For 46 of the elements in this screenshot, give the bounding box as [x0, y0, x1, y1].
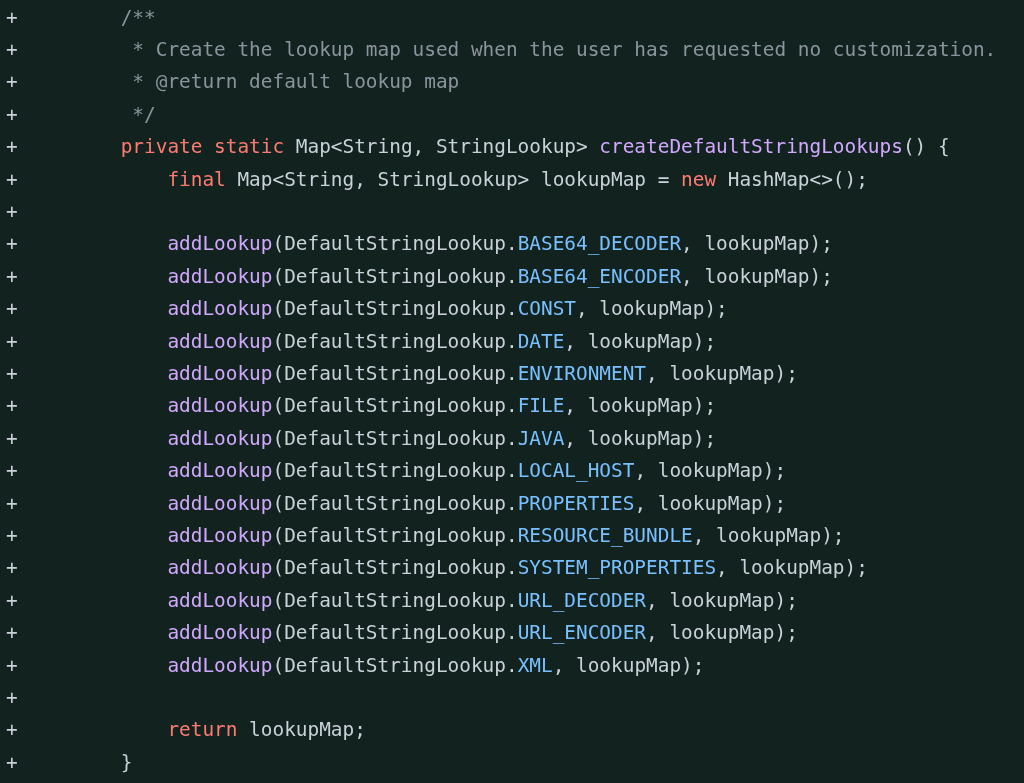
diff-marker: +: [5, 232, 18, 256]
diff-marker: +: [5, 491, 18, 515]
code-line: addLookup(DefaultStringLookup.BASE64_DECODER, lookupMap);: [166, 232, 833, 256]
diff-marker: +: [5, 297, 18, 321]
diff-marker: +: [5, 718, 18, 742]
code-line: addLookup(DefaultStringLookup.FILE, lookupMap);: [166, 394, 717, 418]
diff-marker: +: [5, 5, 18, 29]
diff-marker: +: [5, 685, 18, 709]
diff-marker: +: [5, 200, 18, 224]
diff-marker: +: [5, 426, 18, 450]
code-line: addLookup(DefaultStringLookup.URL_ENCODER, lookupMap);: [166, 621, 798, 645]
code-line: addLookup(DefaultStringLookup.DATE, lookupMap);: [166, 329, 717, 353]
diff-marker: +: [5, 653, 18, 677]
code-line: addLookup(DefaultStringLookup.CONST, lookupMap);: [166, 297, 728, 321]
code-line: addLookup(DefaultStringLookup.URL_DECODER, lookupMap);: [166, 588, 798, 612]
code-line: addLookup(DefaultStringLookup.BASE64_ENCODER, lookupMap);: [166, 264, 833, 288]
diff-marker: +: [5, 556, 18, 580]
code-line: addLookup(DefaultStringLookup.RESOURCE_BUNDLE, lookupMap);: [166, 523, 845, 547]
code-line: return lookupMap;: [166, 718, 366, 742]
diff-marker: +: [5, 588, 18, 612]
code-line: */: [131, 102, 156, 126]
diff-marker: +: [5, 362, 18, 385]
code-line: addLookup(DefaultStringLookup.XML, lookupMap);: [166, 653, 705, 677]
code-line: addLookup(DefaultStringLookup.LOCAL_HOST, lookupMap);: [166, 459, 787, 483]
diff-marker: +: [5, 264, 18, 288]
diff-marker: +: [5, 135, 18, 159]
code-line: addLookup(DefaultStringLookup.SYSTEM_PROPERTIES, lookupMap);: [166, 556, 868, 580]
diff-marker: +: [5, 750, 18, 774]
diff-marker: +: [5, 167, 18, 191]
diff-marker: +: [5, 394, 18, 418]
diff-marker: +: [5, 329, 18, 353]
code-line: * @return default lookup map: [131, 70, 460, 94]
diff-marker: +: [5, 70, 18, 94]
code-line: addLookup(DefaultStringLookup.PROPERTIES, lookupMap);: [166, 491, 787, 515]
diff-marker: +: [5, 621, 18, 645]
code-line: * Create the lookup map used when the user has requested no customization.: [131, 38, 997, 62]
code-line: addLookup(DefaultStringLookup.ENVIRONMENT, lookupMap);: [166, 362, 798, 385]
diff-marker: +: [5, 523, 18, 547]
code-line: addLookup(DefaultStringLookup.JAVA, lookupMap);: [166, 426, 717, 450]
code-line: private static Map<String, StringLookup> createDefaultStringLookups() {: [120, 135, 950, 159]
diff-marker: +: [5, 38, 18, 62]
code-line: /**: [120, 5, 156, 29]
diff-marker: +: [5, 459, 18, 483]
code-line: }: [120, 750, 133, 774]
diff-marker: +: [5, 102, 18, 126]
code-line: final Map<String, StringLookup> lookupMap = new HashMap<>();: [166, 167, 868, 191]
